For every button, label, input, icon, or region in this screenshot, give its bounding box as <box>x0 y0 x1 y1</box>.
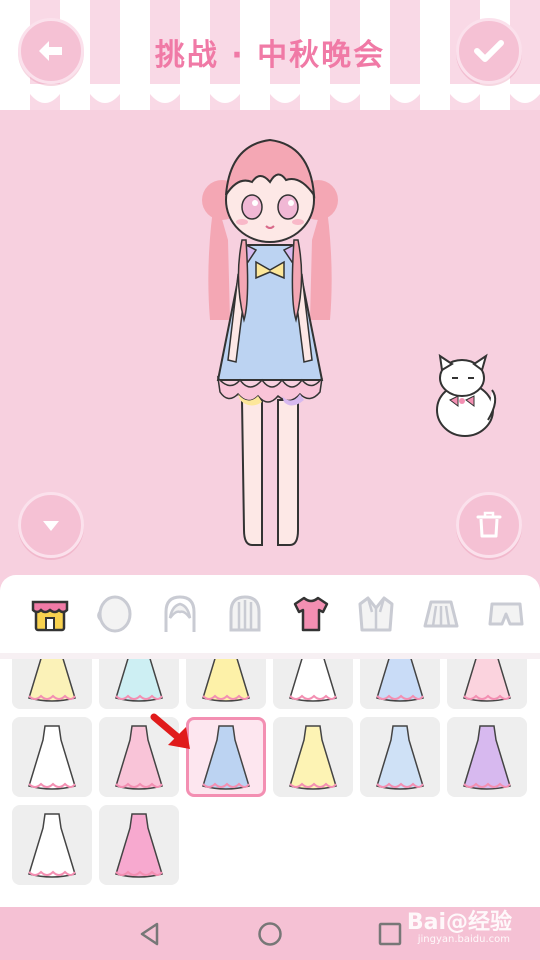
head <box>225 138 316 243</box>
tab-shop[interactable] <box>18 584 81 644</box>
tab-skirt[interactable] <box>410 584 473 644</box>
collapse-button[interactable] <box>18 492 84 558</box>
tab-top[interactable] <box>279 584 342 644</box>
dress-item[interactable] <box>447 659 527 709</box>
dress-icon <box>463 659 511 702</box>
dress-icon <box>376 659 424 702</box>
dress-grid <box>0 659 540 907</box>
trash-button[interactable] <box>456 492 522 558</box>
triangle-back-icon[interactable] <box>137 921 163 947</box>
dress-icon <box>289 725 337 790</box>
dress-item[interactable] <box>186 659 266 709</box>
face-icon <box>97 595 132 633</box>
dress-icon <box>28 725 76 790</box>
hair-back-icon <box>229 595 261 632</box>
shop-icon <box>31 600 68 632</box>
tshirt-icon <box>293 596 328 632</box>
dress-icon <box>376 725 424 790</box>
dress-item[interactable] <box>12 659 92 709</box>
tab-hair-front[interactable] <box>149 584 212 644</box>
dress-icon <box>28 813 76 878</box>
skirt-icon <box>423 600 459 628</box>
dress-item[interactable] <box>360 717 440 797</box>
dress-item[interactable] <box>273 659 353 709</box>
dress-item[interactable] <box>360 659 440 709</box>
dress-icon <box>202 725 250 790</box>
dress-icon <box>115 659 163 702</box>
legs <box>240 399 299 546</box>
hair-icon <box>164 595 196 632</box>
dress-item[interactable] <box>447 717 527 797</box>
watermark-url: jingyan.baidu.com <box>417 934 510 945</box>
tab-hair-back[interactable] <box>214 584 277 644</box>
trash-icon <box>476 511 502 538</box>
coat-icon <box>358 596 394 632</box>
chevron-down-icon <box>43 521 59 531</box>
pet-cat <box>436 353 497 437</box>
red-pointer-arrow <box>150 713 190 749</box>
dressup-stage <box>0 110 540 575</box>
shorts-icon <box>488 602 524 626</box>
arrow-left-icon <box>39 41 62 61</box>
dress-item[interactable] <box>99 659 179 709</box>
character-preview <box>202 138 497 546</box>
check-icon <box>474 40 504 62</box>
wardrobe-panel <box>0 575 540 907</box>
square-recents-icon[interactable] <box>377 921 403 947</box>
dress-icon <box>115 813 163 878</box>
watermark-brand: Bai@经验 <box>406 910 512 935</box>
dress-item[interactable] <box>99 805 179 885</box>
dress-icon <box>202 659 250 702</box>
confirm-button[interactable] <box>456 18 522 84</box>
tab-pants[interactable] <box>475 584 538 644</box>
dress-icon <box>463 725 511 790</box>
dress-item[interactable] <box>12 805 92 885</box>
page-title: 挑战 · 中秋晚会 <box>154 38 386 73</box>
category-tabs <box>0 575 540 653</box>
tab-face[interactable] <box>83 584 146 644</box>
back-button[interactable] <box>18 18 84 84</box>
dress-icon <box>289 659 337 702</box>
dress-icon <box>28 659 76 702</box>
tab-coat[interactable] <box>344 584 407 644</box>
dress-item[interactable] <box>12 717 92 797</box>
dress-item[interactable] <box>273 717 353 797</box>
circle-home-icon[interactable] <box>257 921 283 947</box>
